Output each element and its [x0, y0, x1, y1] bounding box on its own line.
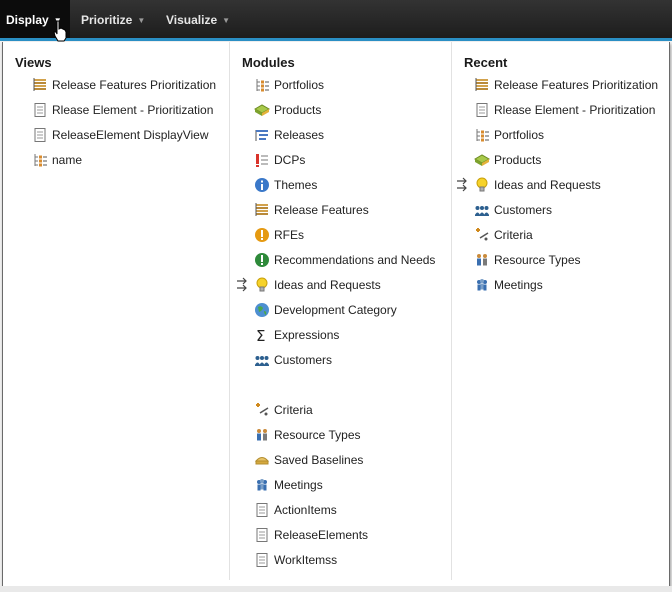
lightbulb-icon [476, 177, 488, 192]
release-features-icon [255, 203, 268, 216]
modules-item-label: Products [274, 103, 322, 117]
views-item-label: Release Features Prioritization [52, 78, 217, 92]
menu-visualize[interactable]: Visualize ▼ [160, 0, 236, 40]
customers-icon [475, 206, 489, 216]
portfolio-tree-icon [34, 154, 47, 167]
document-icon [256, 503, 268, 517]
recent-item-label: Criteria [494, 228, 533, 242]
views-item-label: Rlease Element - Prioritization [52, 103, 214, 117]
products-icon [254, 104, 270, 116]
modules-item-label: ActionItems [274, 503, 337, 517]
resource-types-icon [477, 254, 487, 266]
release-features-icon [475, 78, 488, 91]
modules-item-label: Ideas and Requests [274, 278, 381, 292]
views-heading: Views [15, 55, 52, 70]
recent-item-label: Products [494, 153, 542, 167]
modules-item-label: Recommendations and Needs [274, 253, 436, 267]
views-item-label: name [52, 153, 83, 167]
modules-item-label: RFEs [274, 228, 304, 242]
sigma-icon: Σ [256, 327, 265, 343]
modules-item-label: Saved Baselines [274, 453, 364, 467]
chevron-down-icon: ▼ [137, 15, 146, 25]
recent-item-label: Customers [494, 203, 553, 217]
document-icon [256, 553, 268, 567]
top-menubar: Display ▼ Prioritize ▼ Visualize ▼ [0, 0, 672, 42]
recent-item-label: Portfolios [494, 128, 545, 142]
modules-column: Modules Portfolios Products Releases DCPs Th… [229, 42, 452, 580]
release-features-icon [33, 78, 46, 91]
resource-types-icon [257, 429, 267, 441]
menu-display-label: Display [6, 13, 49, 27]
document-icon [476, 103, 488, 117]
recent-column: Recent Release Features Prioritization Rl… [451, 42, 670, 580]
svg-text:Σ: Σ [256, 327, 265, 343]
baseline-icon [254, 457, 270, 465]
recent-item-label: Meetings [494, 278, 543, 292]
recommendation-icon [255, 253, 269, 267]
modules-item-label: Portfolios [274, 78, 325, 92]
recent-item-label: Resource Types [494, 253, 581, 267]
warning-icon [255, 228, 269, 242]
modules-item-label: Resource Types [274, 428, 361, 442]
portfolio-tree-icon [256, 79, 269, 92]
drill-arrows-icon [237, 277, 247, 292]
info-icon [255, 178, 269, 192]
modules-item-label: Customers [274, 353, 333, 367]
page-background-strip [0, 586, 672, 592]
releases-icon [255, 130, 268, 141]
modules-item-label: Development Category [274, 303, 397, 317]
modules-item-label: Themes [274, 178, 318, 192]
views-item-label: ReleaseElement DisplayView [52, 128, 209, 142]
meetings-icon [257, 479, 267, 491]
recent-item-label: Ideas and Requests [494, 178, 601, 192]
lightbulb-icon [256, 277, 268, 292]
globe-icon [255, 303, 269, 317]
modules-item-label: ReleaseElements [274, 528, 369, 542]
document-icon [34, 103, 46, 117]
menu-visualize-label: Visualize [166, 13, 218, 27]
chevron-down-icon: ▼ [222, 15, 231, 25]
hand-cursor-icon [53, 20, 67, 42]
views-column: Views Release Features Prioritization Rle… [3, 42, 229, 580]
document-icon [34, 128, 46, 142]
recent-heading: Recent [464, 55, 508, 70]
dcp-icon [256, 154, 268, 167]
modules-item-label: Criteria [274, 403, 313, 417]
modules-item-label: WorkItemss [274, 553, 338, 567]
document-icon [256, 528, 268, 542]
recent-item-label: Release Features Prioritization [494, 78, 659, 92]
criteria-icon [256, 403, 269, 416]
modules-item-label: Expressions [274, 328, 340, 342]
modules-item-label: Meetings [274, 478, 323, 492]
portfolio-tree-icon [476, 129, 489, 142]
customers-icon [255, 356, 269, 366]
menubar-accent-line [0, 38, 672, 41]
display-dropdown-menu: Views Release Features Prioritization Rle… [2, 42, 670, 587]
modules-item-label: Release Features [274, 203, 369, 217]
meetings-icon [477, 279, 487, 291]
modules-item-label: Releases [274, 128, 325, 142]
criteria-icon [476, 228, 489, 241]
drill-arrows-icon [457, 177, 467, 192]
menu-prioritize[interactable]: Prioritize ▼ [75, 0, 151, 40]
recent-item-label: Rlease Element - Prioritization [494, 103, 656, 117]
modules-heading: Modules [242, 55, 295, 70]
products-icon [474, 154, 490, 166]
modules-item-label: DCPs [274, 153, 306, 167]
menu-prioritize-label: Prioritize [81, 13, 133, 27]
